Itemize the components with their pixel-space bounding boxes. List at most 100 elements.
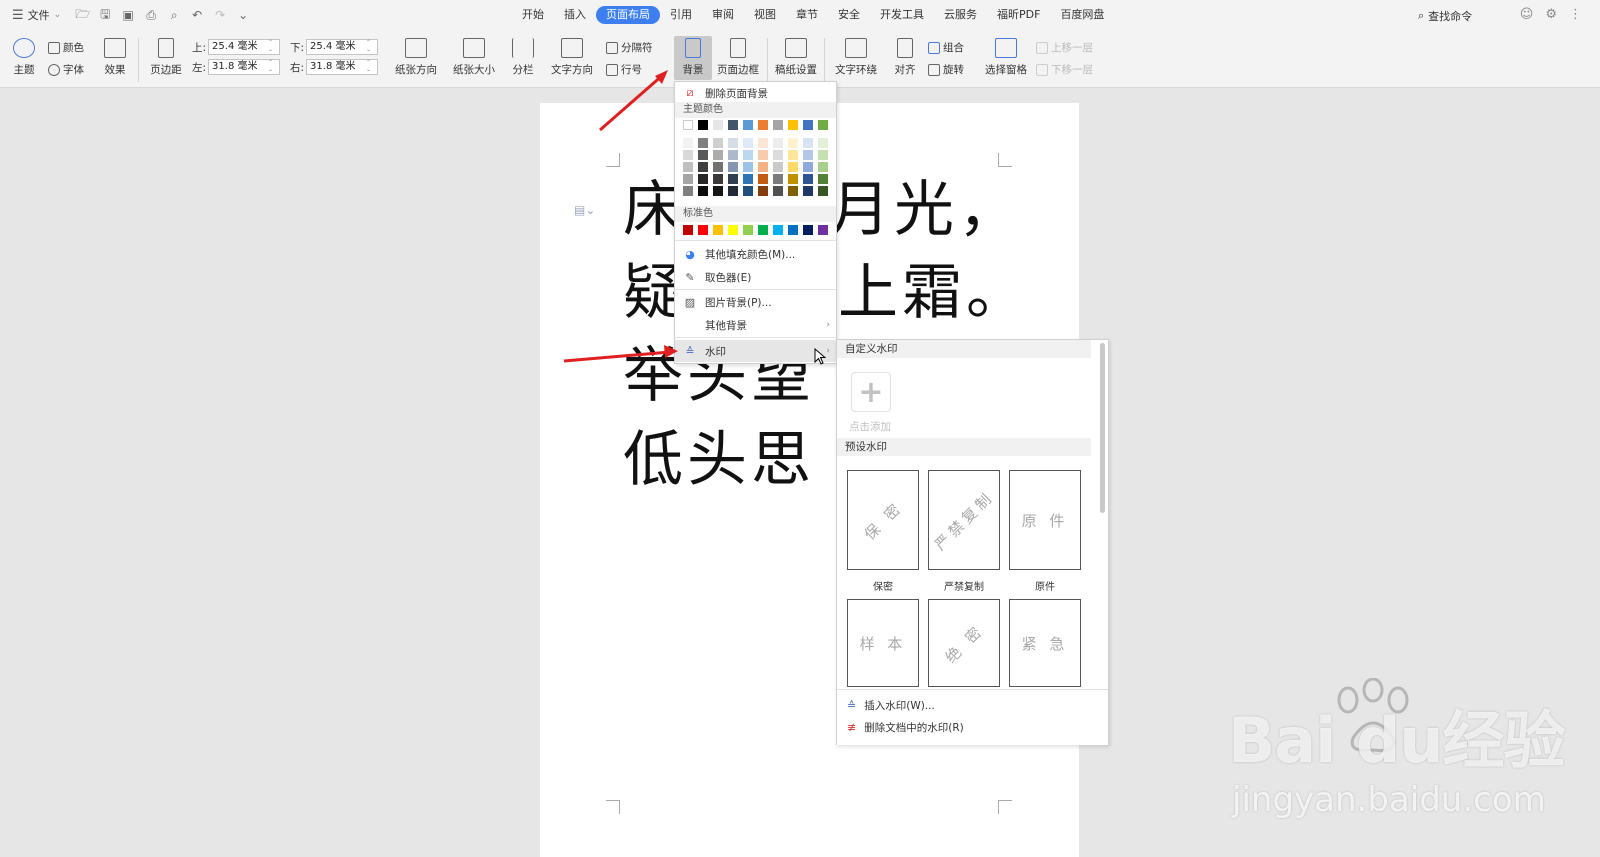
submenu-scrollbar[interactable] xyxy=(1100,343,1105,513)
theme-shade-swatch[interactable] xyxy=(698,150,708,160)
left-margin-input[interactable]: 31.8 毫米 xyxy=(208,59,281,75)
bottom-margin-field[interactable]: 下: 25.4 毫米 xyxy=(290,39,379,55)
theme-color-swatch[interactable] xyxy=(683,120,693,130)
left-margin-field[interactable]: 左: 31.8 毫米 xyxy=(192,59,281,75)
theme-shade-swatch[interactable] xyxy=(788,150,798,160)
standard-color-swatch[interactable] xyxy=(803,225,813,235)
standard-color-swatch[interactable] xyxy=(728,225,738,235)
paper-size-button[interactable]: 纸张大小 xyxy=(450,38,498,77)
remove-page-background-item[interactable]: ⧄ 删除页面背景 xyxy=(675,82,836,104)
theme-shade-swatch[interactable] xyxy=(743,138,753,148)
standard-color-swatch[interactable] xyxy=(818,225,828,235)
print-icon[interactable]: ⎙ xyxy=(144,8,158,23)
theme-shade-swatch[interactable] xyxy=(818,150,828,160)
line-numbers-button[interactable]: 行号 xyxy=(606,62,642,77)
columns-button[interactable]: 分栏 xyxy=(508,38,538,77)
page-border-button[interactable]: 页面边框 xyxy=(716,38,760,77)
bring-forward-button[interactable]: 上移一层 xyxy=(1036,40,1093,55)
preset-watermark-5[interactable]: 紧 急 xyxy=(1009,599,1081,687)
add-watermark-button[interactable]: + xyxy=(851,372,891,412)
preset-watermark-2[interactable]: 原 件 xyxy=(1009,470,1081,570)
tab-3[interactable]: 引用 xyxy=(660,6,702,24)
tab-8[interactable]: 开发工具 xyxy=(870,6,934,24)
theme-shade-swatch[interactable] xyxy=(758,138,768,148)
feedback-icon[interactable]: ☺ xyxy=(1520,7,1534,22)
more-icon[interactable]: ⋮ xyxy=(1569,7,1582,22)
top-margin-input[interactable]: 25.4 毫米 xyxy=(208,39,281,55)
theme-shade-swatch[interactable] xyxy=(743,150,753,160)
theme-shade-swatch[interactable] xyxy=(803,138,813,148)
search-command[interactable]: ⌕ 查找命令 xyxy=(1418,8,1472,24)
standard-color-swatch[interactable] xyxy=(698,225,708,235)
remove-watermark-item[interactable]: ≢ 删除文档中的水印(R) xyxy=(847,720,964,735)
theme-shade-swatch[interactable] xyxy=(803,150,813,160)
theme-shade-swatch[interactable] xyxy=(698,138,708,148)
bottom-margin-input[interactable]: 25.4 毫米 xyxy=(306,39,379,55)
theme-shade-swatch[interactable] xyxy=(743,174,753,184)
theme-shade-swatch[interactable] xyxy=(713,150,723,160)
theme-shade-swatch[interactable] xyxy=(698,162,708,172)
theme-color-swatch[interactable] xyxy=(698,120,708,130)
selection-pane-button[interactable]: 选择窗格 xyxy=(984,38,1028,77)
theme-color-swatch[interactable] xyxy=(713,120,723,130)
group-button[interactable]: 组合 xyxy=(928,40,964,55)
theme-shade-swatch[interactable] xyxy=(683,162,693,172)
right-margin-field[interactable]: 右: 31.8 毫米 xyxy=(290,59,379,75)
theme-shade-swatch[interactable] xyxy=(743,186,753,196)
tab-1[interactable]: 插入 xyxy=(554,6,596,24)
theme-shade-swatch[interactable] xyxy=(713,186,723,196)
theme-shade-swatch[interactable] xyxy=(773,138,783,148)
more-fill-colors-item[interactable]: ◕ 其他填充颜色(M)... xyxy=(675,243,836,265)
tab-2[interactable]: 页面布局 xyxy=(596,6,660,24)
orientation-button[interactable]: 纸张方向 xyxy=(392,38,440,77)
theme-shade-swatch[interactable] xyxy=(683,150,693,160)
print-preview-icon[interactable]: ⌕ xyxy=(167,8,181,23)
theme-shade-swatch[interactable] xyxy=(713,162,723,172)
theme-shade-swatch[interactable] xyxy=(818,174,828,184)
preset-watermark-3[interactable]: 样 本 xyxy=(847,599,919,687)
theme-shade-swatch[interactable] xyxy=(728,174,738,184)
theme-shade-swatch[interactable] xyxy=(788,174,798,184)
watermark-item[interactable]: ≙ 水印 › xyxy=(675,340,836,362)
tab-7[interactable]: 安全 xyxy=(828,6,870,24)
theme-shade-swatch[interactable] xyxy=(743,162,753,172)
theme-shade-swatch[interactable] xyxy=(683,186,693,196)
theme-shade-swatch[interactable] xyxy=(728,186,738,196)
insert-watermark-item[interactable]: ≙ 插入水印(W)... xyxy=(847,698,935,713)
tab-9[interactable]: 云服务 xyxy=(934,6,987,24)
background-button[interactable]: 背景 xyxy=(674,36,712,80)
standard-color-swatch[interactable] xyxy=(788,225,798,235)
rotate-button[interactable]: 旋转 xyxy=(928,62,964,77)
theme-shade-swatch[interactable] xyxy=(818,186,828,196)
theme-shade-swatch[interactable] xyxy=(698,186,708,196)
customize-icon[interactable]: ⌄ xyxy=(236,8,250,22)
standard-color-swatch[interactable] xyxy=(743,225,753,235)
theme-shade-swatch[interactable] xyxy=(683,174,693,184)
undo-icon[interactable]: ↶ xyxy=(190,8,204,22)
standard-color-swatch[interactable] xyxy=(773,225,783,235)
text-wrap-button[interactable]: 文字环绕 xyxy=(832,38,880,77)
tab-11[interactable]: 百度网盘 xyxy=(1050,6,1114,24)
effects-button[interactable]: 效果 xyxy=(100,38,130,77)
theme-shade-swatch[interactable] xyxy=(728,150,738,160)
margins-button[interactable]: 页边距 xyxy=(148,38,184,77)
align-button[interactable]: 对齐 xyxy=(890,38,920,77)
theme-color-swatch[interactable] xyxy=(788,120,798,130)
other-background-item[interactable]: 其他背景 › xyxy=(675,314,836,336)
settings-icon[interactable]: ⚙ xyxy=(1545,7,1557,22)
theme-button[interactable]: 主题 xyxy=(10,38,38,77)
picture-background-item[interactable]: ▨ 图片背景(P)... xyxy=(675,291,836,313)
theme-shade-swatch[interactable] xyxy=(728,162,738,172)
tab-10[interactable]: 福昕PDF xyxy=(987,6,1050,24)
colors-button[interactable]: 颜色 xyxy=(48,40,84,55)
preset-watermark-0[interactable]: 保 密 xyxy=(847,470,919,570)
standard-color-swatch[interactable] xyxy=(683,225,693,235)
file-menu[interactable]: ☰ 文件 ⌄ xyxy=(0,0,61,30)
theme-shade-swatch[interactable] xyxy=(773,186,783,196)
theme-color-swatch[interactable] xyxy=(758,120,768,130)
tab-0[interactable]: 开始 xyxy=(512,6,554,24)
theme-shade-swatch[interactable] xyxy=(713,174,723,184)
theme-shade-swatch[interactable] xyxy=(683,138,693,148)
theme-shade-swatch[interactable] xyxy=(758,174,768,184)
preset-watermark-4[interactable]: 绝 密 xyxy=(928,599,1000,687)
